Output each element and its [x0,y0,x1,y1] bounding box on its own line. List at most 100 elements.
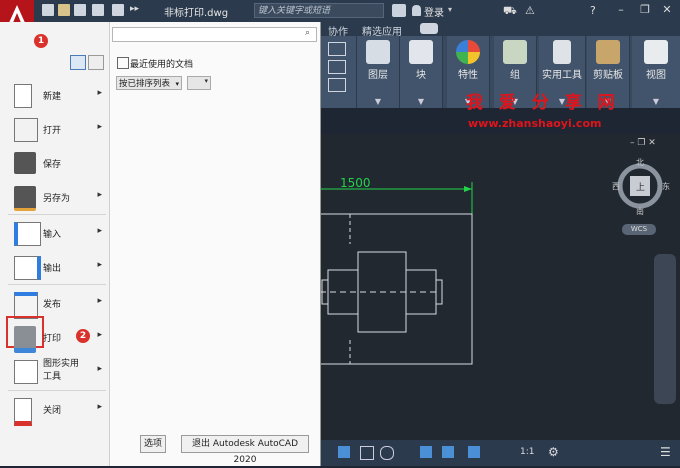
recent-documents-title: 最近使用的文档 [130,60,194,70]
calculator-icon [553,40,571,64]
import-icon [14,222,41,246]
block-icon [409,40,433,64]
watermark-text: 我 爱 分 享 网 [466,93,620,113]
drawing-canvas[interactable]: – ❐ ✕ 1500 北 西 东 南 上 WCS [320,134,680,440]
menu-command-list: 新建 ▸ 打开 ▸ 保存 另存为 ▸ 输入 ▸ 输出 ▸ 发布 ▸ 打印 2 ▸… [0,22,110,466]
display-mode-select[interactable]: ▾ [187,76,211,90]
step-badge-2: 2 [76,329,90,343]
menu-item-save-as[interactable]: 另存为 ▸ [6,180,106,214]
menu-separator [8,390,106,391]
ribbon-draw-tools[interactable] [320,36,357,108]
open-documents-icon[interactable] [88,55,104,70]
options-button[interactable]: 选项 [140,435,166,453]
menu-item-drawing-utilities[interactable]: 图形实用工具 ▸ [6,354,106,390]
help-icon[interactable]: ? [590,4,596,17]
chevron-down-icon[interactable]: ▼ [357,97,399,106]
sort-order-select[interactable]: 按已排序列表 ▾ [116,76,182,90]
status-bar: 1:1 ⚙ ☰ [320,440,680,466]
save-as-icon[interactable] [92,4,104,16]
osnap-icon[interactable] [420,446,432,458]
layer-icon [366,40,390,64]
search-icon[interactable]: ⌕ [305,28,310,38]
binoculars-icon[interactable] [392,4,406,17]
step-badge-1: 1 [34,34,48,48]
sort-order-value: 按已排序列表 [119,79,171,89]
cad-drawing [320,163,663,365]
open-folder-icon [14,118,38,142]
menu-item-close[interactable]: 关闭 ▸ [6,392,106,426]
menu-item-open[interactable]: 打开 ▸ [6,112,106,146]
user-icon[interactable] [412,5,421,16]
viewcube-west[interactable]: 西 [612,181,620,192]
tool-icon[interactable] [328,42,346,56]
more-arrows-icon[interactable]: ▸▸ [130,4,139,14]
new-file-icon[interactable] [42,4,54,16]
viewcube-south[interactable]: 南 [636,206,644,217]
snap-icon[interactable] [338,446,350,458]
menu-item-export[interactable]: 输出 ▸ [6,250,106,284]
chevron-down-icon[interactable]: ▼ [400,97,442,106]
recent-documents-panel: ⌕ 最近使用的文档 按已排序列表 ▾ ▾ 选项 退出 Autodesk AutoC… [110,22,320,466]
ribbon-label-properties: 特性 [458,70,478,81]
menu-item-publish[interactable]: 发布 ▸ [6,286,106,320]
chevron-down-icon: ▾ [175,80,179,88]
menu-search-input[interactable] [112,27,317,42]
plot-icon[interactable] [112,4,124,16]
tab-options-icon[interactable] [420,23,438,34]
dimension-text: 1500 [340,176,371,190]
menu-item-import[interactable]: 输入 ▸ [6,216,106,250]
ribbon-label-view: 视图 [646,70,666,81]
new-file-icon [14,84,32,108]
open-file-icon[interactable] [58,4,70,16]
recent-documents-icon[interactable] [70,55,86,70]
tool-icon[interactable] [328,78,346,92]
menu-item-save[interactable]: 保存 [6,146,106,180]
chevron-down-icon[interactable]: ▼ [632,97,680,106]
annotation-scale[interactable]: 1:1 [520,447,534,457]
wcs-button[interactable]: WCS [622,224,656,235]
export-icon [14,256,41,280]
cart-icon[interactable]: ⛟ [503,4,517,19]
ribbon-label-layers: 图层 [368,70,388,81]
chevron-down-icon: ▾ [204,77,208,85]
a360-icon[interactable]: ⚠ [525,4,535,17]
save-icon[interactable] [74,4,86,16]
ribbon-group-view[interactable]: 视图 ▼ [632,36,680,108]
group-icon [503,40,527,64]
ribbon-label-block: 块 [416,70,426,81]
save-as-icon [14,186,36,211]
viewcube-east[interactable]: 东 [662,181,670,192]
properties-icon [456,40,480,64]
ribbon-label-utilities: 实用工具 [542,70,582,81]
application-menu: 新建 ▸ 打开 ▸ 保存 另存为 ▸ 输入 ▸ 输出 ▸ 发布 ▸ 打印 2 ▸… [0,22,321,466]
view-icon [644,40,668,64]
gear-icon[interactable]: ⚙ [548,445,559,459]
menu-separator [8,284,106,285]
clipboard-icon [596,40,620,64]
title-bar: ▸▸ 非标打印.dwg 键入关键字或短语 登录 ▾ ⛟ ⚠ ? – ❐ ✕ [0,0,680,30]
viewcube-north[interactable]: 北 [636,157,644,168]
drawing-utilities-icon [14,360,38,384]
exit-autocad-button[interactable]: 退出 Autodesk AutoCAD 2020 [181,435,309,465]
menu-item-new[interactable]: 新建 ▸ [6,78,106,112]
ribbon-group-block[interactable]: 块 ▼ [400,36,443,108]
ribbon-group-layers[interactable]: 图层 ▼ [357,36,400,108]
login-button[interactable]: 登录 [424,4,444,19]
viewcube-top[interactable]: 上 [636,180,645,193]
tool-icon[interactable] [328,60,346,74]
close-window-button[interactable]: ✕ [660,3,674,17]
publish-icon [14,292,38,319]
lineweight-icon[interactable] [442,446,454,458]
dropdown-arrow-icon[interactable]: ▾ [448,5,452,14]
polar-icon[interactable] [380,446,394,460]
maximize-button[interactable]: ❐ [638,3,652,17]
menu-item-print[interactable]: 打印 2 ▸ [6,316,106,354]
minimize-button[interactable]: – [614,3,628,17]
help-search-input[interactable]: 键入关键字或短语 [254,3,384,18]
navigation-bar[interactable] [654,254,676,404]
ortho-icon[interactable] [360,446,374,460]
customize-icon[interactable]: ☰ [660,445,671,459]
ribbon-label-group: 组 [510,70,520,81]
close-file-icon [14,398,32,426]
annotation-icon[interactable] [468,446,480,458]
